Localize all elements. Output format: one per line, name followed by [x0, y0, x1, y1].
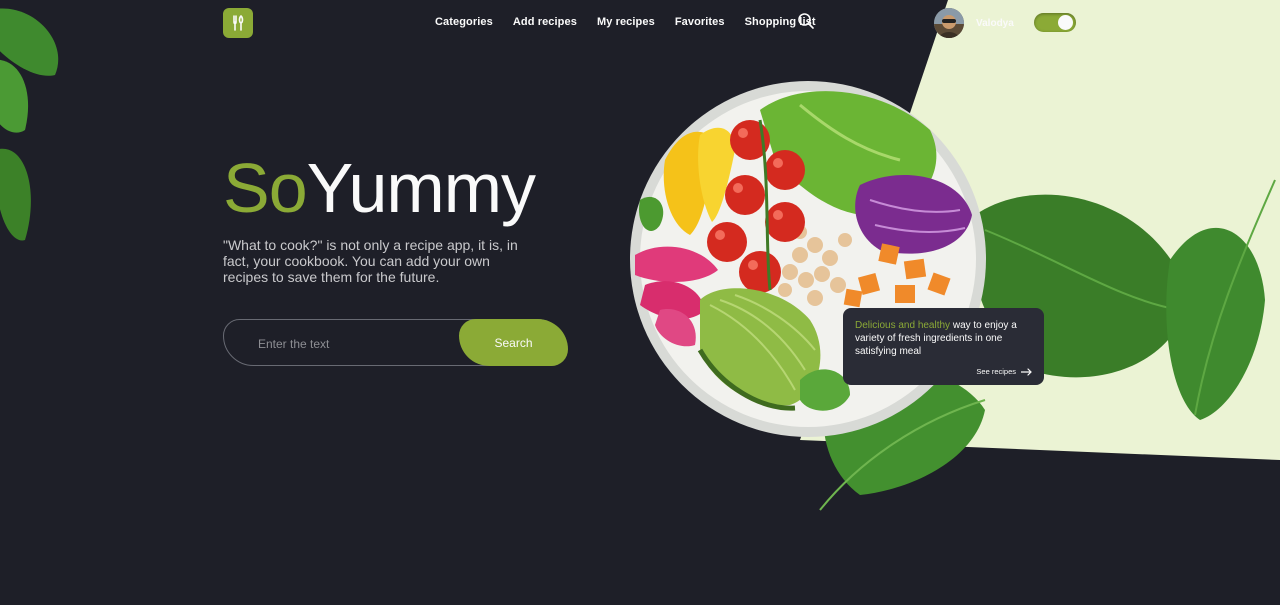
nav-item-my-recipes[interactable]: My recipes [597, 16, 655, 28]
nav-item-favorites[interactable]: Favorites [675, 16, 725, 28]
search-icon[interactable] [797, 12, 815, 30]
search-form: Search [223, 319, 568, 366]
theme-toggle[interactable] [1034, 13, 1076, 32]
nav-item-add-recipes[interactable]: Add recipes [513, 16, 577, 28]
promo-card-text: Delicious and healthy way to enjoy a var… [855, 319, 1032, 358]
salad-bowl-illustration [0, 8, 1276, 511]
see-recipes-link[interactable]: See recipes [976, 367, 1032, 376]
logo-button[interactable] [223, 8, 253, 38]
promo-card: Delicious and healthy way to enjoy a var… [843, 308, 1044, 385]
see-recipes-label: See recipes [976, 367, 1016, 376]
avatar[interactable] [934, 8, 964, 38]
toggle-knob [1058, 15, 1073, 30]
spinach-leaf-left-icon [0, 8, 59, 241]
fork-knife-icon [233, 15, 244, 31]
avatar-image [934, 8, 964, 38]
search-input[interactable] [256, 334, 460, 354]
nav-item-categories[interactable]: Categories [435, 16, 493, 28]
hero-title-accent: So [223, 149, 308, 227]
hero-title: SoYummy [223, 148, 536, 228]
promo-card-highlight: Delicious and healthy [855, 320, 951, 331]
user-profile[interactable]: Valodya [934, 8, 1014, 38]
arrow-right-icon [1021, 367, 1032, 376]
search-button[interactable]: Search [459, 319, 568, 366]
main-navigation: Categories Add recipes My recipes Favori… [435, 16, 816, 28]
hero-description: "What to cook?" is not only a recipe app… [223, 237, 518, 285]
hero-title-rest: Yummy [306, 149, 536, 227]
user-name[interactable]: Valodya [976, 18, 1014, 29]
